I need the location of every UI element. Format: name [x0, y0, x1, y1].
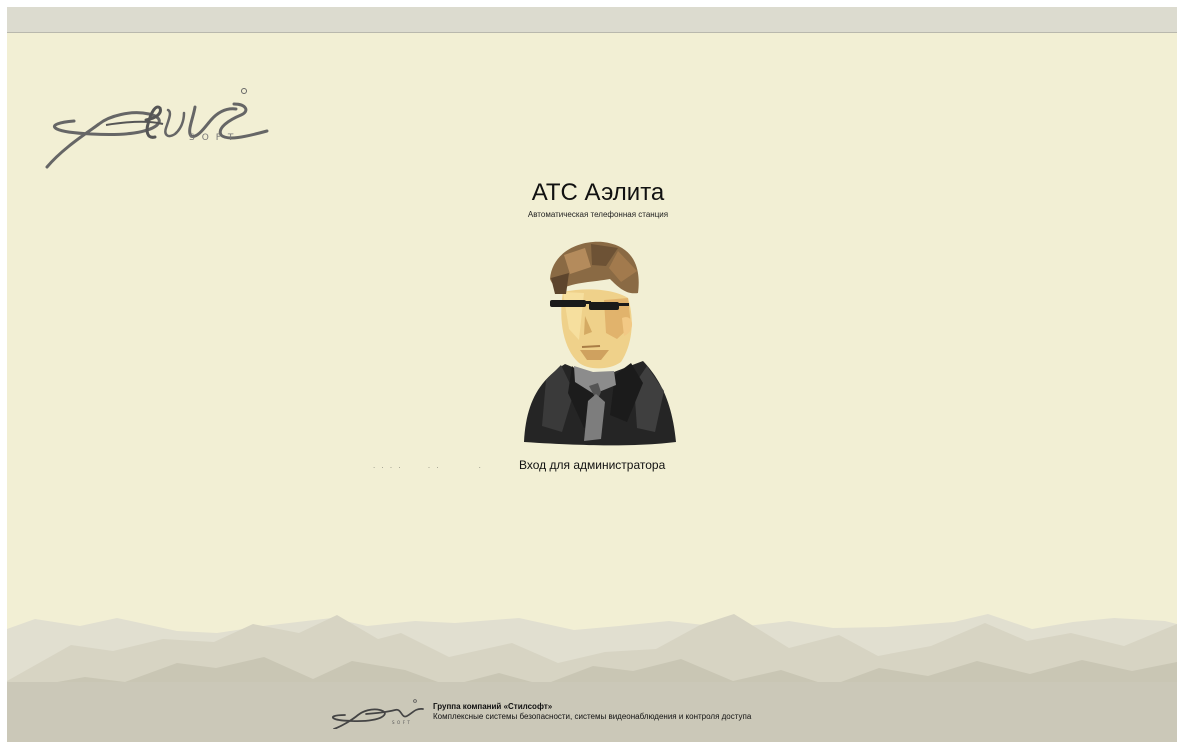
page-title: АТС Аэлита [531, 179, 665, 206]
footer-company-name: Группа компаний «Стилсофт» [433, 702, 553, 711]
footer: SOFT Группа компаний «Стилсофт» Комплекс… [327, 695, 947, 733]
page-subtitle: Автоматическая телефонная станция [527, 210, 669, 219]
page-frame: SOFT АТС Аэлита Автоматическая телефонна… [7, 7, 1177, 742]
top-bar [7, 7, 1177, 33]
svg-text:SOFT: SOFT [392, 720, 412, 725]
brand-block: АТС Аэлита Автоматическая телефонная ста… [7, 179, 1177, 220]
admin-login-link[interactable]: Вход для администратора [519, 458, 665, 472]
stilsoft-footer-logo-icon: SOFT [332, 699, 424, 729]
footer-text-block: Группа компаний «Стилсофт» Комплексные с… [433, 702, 751, 722]
stilsoft-logo-icon: SOFT [45, 88, 269, 169]
admin-avatar-icon[interactable] [518, 240, 676, 450]
footer-description: Комплексные системы безопасности, систем… [433, 712, 752, 721]
decorative-dots: . . . . . . . [373, 461, 483, 470]
svg-text:SOFT: SOFT [189, 133, 240, 143]
